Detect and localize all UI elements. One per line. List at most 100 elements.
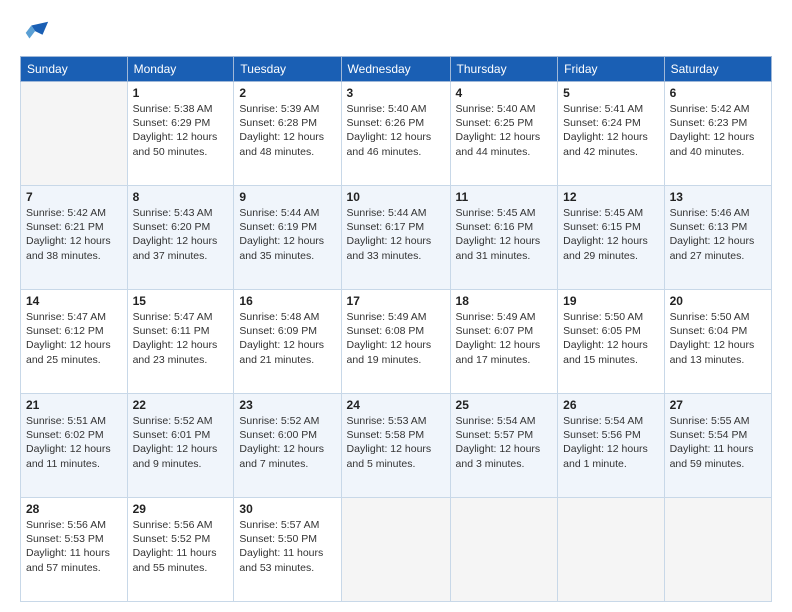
calendar-header-thursday: Thursday	[450, 57, 558, 82]
calendar-day-cell: 12Sunrise: 5:45 AM Sunset: 6:15 PM Dayli…	[558, 186, 664, 290]
calendar-day-cell: 22 Sunrise: 5:52 AM Sunset: 6:01 PM Dayli…	[127, 394, 234, 498]
calendar-day-cell: 26Sunrise: 5:54 AM Sunset: 5:56 PM Dayli…	[558, 394, 664, 498]
day-number: 15	[133, 294, 229, 308]
day-number: 2	[239, 86, 335, 100]
day-info: Sunrise: 5:47 AM Sunset: 6:11 PM Dayligh…	[133, 310, 229, 367]
logo	[20, 18, 50, 46]
calendar-header-wednesday: Wednesday	[341, 57, 450, 82]
calendar-day-cell: 29 Sunrise: 5:56 AM Sunset: 5:52 PM Dayli…	[127, 498, 234, 602]
calendar-table: SundayMondayTuesdayWednesdayThursdayFrid…	[20, 56, 772, 602]
page: SundayMondayTuesdayWednesdayThursdayFrid…	[0, 0, 792, 612]
day-number: 3	[347, 86, 445, 100]
day-number: 23	[239, 398, 335, 412]
calendar-day-cell: 24 Sunrise: 5:53 AM Sunset: 5:58 PM Dayli…	[341, 394, 450, 498]
calendar-day-cell: 23Sunrise: 5:52 AM Sunset: 6:00 PM Dayli…	[234, 394, 341, 498]
calendar-header-tuesday: Tuesday	[234, 57, 341, 82]
day-number: 20	[670, 294, 766, 308]
calendar-day-cell: 11Sunrise: 5:45 AM Sunset: 6:16 PM Dayli…	[450, 186, 558, 290]
day-info: Sunrise: 5:46 AM Sunset: 6:13 PM Dayligh…	[670, 206, 766, 263]
day-info: Sunrise: 5:51 AM Sunset: 6:02 PM Dayligh…	[26, 414, 122, 471]
calendar-day-cell: 3 Sunrise: 5:40 AM Sunset: 6:26 PM Daylig…	[341, 82, 450, 186]
calendar-day-cell	[558, 498, 664, 602]
calendar-day-cell: 20 Sunrise: 5:50 AM Sunset: 6:04 PM Dayli…	[664, 290, 771, 394]
day-number: 17	[347, 294, 445, 308]
day-number: 29	[133, 502, 229, 516]
calendar-day-cell: 15 Sunrise: 5:47 AM Sunset: 6:11 PM Dayli…	[127, 290, 234, 394]
logo-icon	[22, 18, 50, 46]
calendar-day-cell: 4Sunrise: 5:40 AM Sunset: 6:25 PM Daylig…	[450, 82, 558, 186]
day-number: 5	[563, 86, 658, 100]
calendar-day-cell: 6Sunrise: 5:42 AM Sunset: 6:23 PM Daylig…	[664, 82, 771, 186]
day-number: 8	[133, 190, 229, 204]
calendar-day-cell: 1 Sunrise: 5:38 AM Sunset: 6:29 PM Daylig…	[127, 82, 234, 186]
day-info: Sunrise: 5:45 AM Sunset: 6:16 PM Dayligh…	[456, 206, 553, 263]
calendar-day-cell: 27 Sunrise: 5:55 AM Sunset: 5:54 PM Dayli…	[664, 394, 771, 498]
header	[20, 18, 772, 46]
day-number: 9	[239, 190, 335, 204]
day-number: 24	[347, 398, 445, 412]
day-number: 13	[670, 190, 766, 204]
calendar-day-cell: 19 Sunrise: 5:50 AM Sunset: 6:05 PM Dayli…	[558, 290, 664, 394]
calendar-week-row: 14 Sunrise: 5:47 AM Sunset: 6:12 PM Dayli…	[21, 290, 772, 394]
calendar-week-row: 1 Sunrise: 5:38 AM Sunset: 6:29 PM Daylig…	[21, 82, 772, 186]
day-number: 25	[456, 398, 553, 412]
day-number: 27	[670, 398, 766, 412]
day-number: 16	[239, 294, 335, 308]
calendar-header-sunday: Sunday	[21, 57, 128, 82]
day-number: 21	[26, 398, 122, 412]
calendar-day-cell: 2 Sunrise: 5:39 AM Sunset: 6:28 PM Daylig…	[234, 82, 341, 186]
calendar-header-friday: Friday	[558, 57, 664, 82]
day-info: Sunrise: 5:39 AM Sunset: 6:28 PM Dayligh…	[239, 102, 335, 159]
day-number: 1	[133, 86, 229, 100]
calendar-day-cell: 30 Sunrise: 5:57 AM Sunset: 5:50 PM Dayli…	[234, 498, 341, 602]
calendar-header-saturday: Saturday	[664, 57, 771, 82]
calendar-day-cell: 21 Sunrise: 5:51 AM Sunset: 6:02 PM Dayli…	[21, 394, 128, 498]
day-info: Sunrise: 5:42 AM Sunset: 6:21 PM Dayligh…	[26, 206, 122, 263]
day-number: 28	[26, 502, 122, 516]
calendar-day-cell: 16 Sunrise: 5:48 AM Sunset: 6:09 PM Dayli…	[234, 290, 341, 394]
day-info: Sunrise: 5:38 AM Sunset: 6:29 PM Dayligh…	[133, 102, 229, 159]
day-info: Sunrise: 5:44 AM Sunset: 6:19 PM Dayligh…	[239, 206, 335, 263]
calendar-day-cell	[664, 498, 771, 602]
calendar-day-cell: 14 Sunrise: 5:47 AM Sunset: 6:12 PM Dayli…	[21, 290, 128, 394]
day-info: Sunrise: 5:47 AM Sunset: 6:12 PM Dayligh…	[26, 310, 122, 367]
day-number: 4	[456, 86, 553, 100]
day-info: Sunrise: 5:56 AM Sunset: 5:53 PM Dayligh…	[26, 518, 122, 575]
day-number: 12	[563, 190, 658, 204]
calendar-day-cell: 28 Sunrise: 5:56 AM Sunset: 5:53 PM Dayli…	[21, 498, 128, 602]
day-number: 19	[563, 294, 658, 308]
day-info: Sunrise: 5:40 AM Sunset: 6:26 PM Dayligh…	[347, 102, 445, 159]
calendar-day-cell	[450, 498, 558, 602]
day-info: Sunrise: 5:55 AM Sunset: 5:54 PM Dayligh…	[670, 414, 766, 471]
calendar-day-cell: 25Sunrise: 5:54 AM Sunset: 5:57 PM Dayli…	[450, 394, 558, 498]
day-info: Sunrise: 5:52 AM Sunset: 6:01 PM Dayligh…	[133, 414, 229, 471]
day-number: 6	[670, 86, 766, 100]
day-number: 14	[26, 294, 122, 308]
day-number: 26	[563, 398, 658, 412]
calendar-day-cell: 18Sunrise: 5:49 AM Sunset: 6:07 PM Dayli…	[450, 290, 558, 394]
calendar-week-row: 7Sunrise: 5:42 AM Sunset: 6:21 PM Daylig…	[21, 186, 772, 290]
day-number: 30	[239, 502, 335, 516]
day-info: Sunrise: 5:53 AM Sunset: 5:58 PM Dayligh…	[347, 414, 445, 471]
day-info: Sunrise: 5:57 AM Sunset: 5:50 PM Dayligh…	[239, 518, 335, 575]
calendar-day-cell	[21, 82, 128, 186]
day-info: Sunrise: 5:49 AM Sunset: 6:07 PM Dayligh…	[456, 310, 553, 367]
day-info: Sunrise: 5:49 AM Sunset: 6:08 PM Dayligh…	[347, 310, 445, 367]
day-info: Sunrise: 5:50 AM Sunset: 6:04 PM Dayligh…	[670, 310, 766, 367]
calendar-week-row: 21 Sunrise: 5:51 AM Sunset: 6:02 PM Dayli…	[21, 394, 772, 498]
day-info: Sunrise: 5:50 AM Sunset: 6:05 PM Dayligh…	[563, 310, 658, 367]
day-number: 22	[133, 398, 229, 412]
calendar-day-cell: 17 Sunrise: 5:49 AM Sunset: 6:08 PM Dayli…	[341, 290, 450, 394]
day-info: Sunrise: 5:48 AM Sunset: 6:09 PM Dayligh…	[239, 310, 335, 367]
calendar-header-row: SundayMondayTuesdayWednesdayThursdayFrid…	[21, 57, 772, 82]
calendar-day-cell: 9 Sunrise: 5:44 AM Sunset: 6:19 PM Daylig…	[234, 186, 341, 290]
calendar-day-cell: 10Sunrise: 5:44 AM Sunset: 6:17 PM Dayli…	[341, 186, 450, 290]
day-info: Sunrise: 5:43 AM Sunset: 6:20 PM Dayligh…	[133, 206, 229, 263]
day-info: Sunrise: 5:56 AM Sunset: 5:52 PM Dayligh…	[133, 518, 229, 575]
calendar-day-cell: 5 Sunrise: 5:41 AM Sunset: 6:24 PM Daylig…	[558, 82, 664, 186]
calendar-week-row: 28 Sunrise: 5:56 AM Sunset: 5:53 PM Dayli…	[21, 498, 772, 602]
calendar-day-cell: 13 Sunrise: 5:46 AM Sunset: 6:13 PM Dayli…	[664, 186, 771, 290]
day-info: Sunrise: 5:44 AM Sunset: 6:17 PM Dayligh…	[347, 206, 445, 263]
day-info: Sunrise: 5:41 AM Sunset: 6:24 PM Dayligh…	[563, 102, 658, 159]
calendar-header-monday: Monday	[127, 57, 234, 82]
